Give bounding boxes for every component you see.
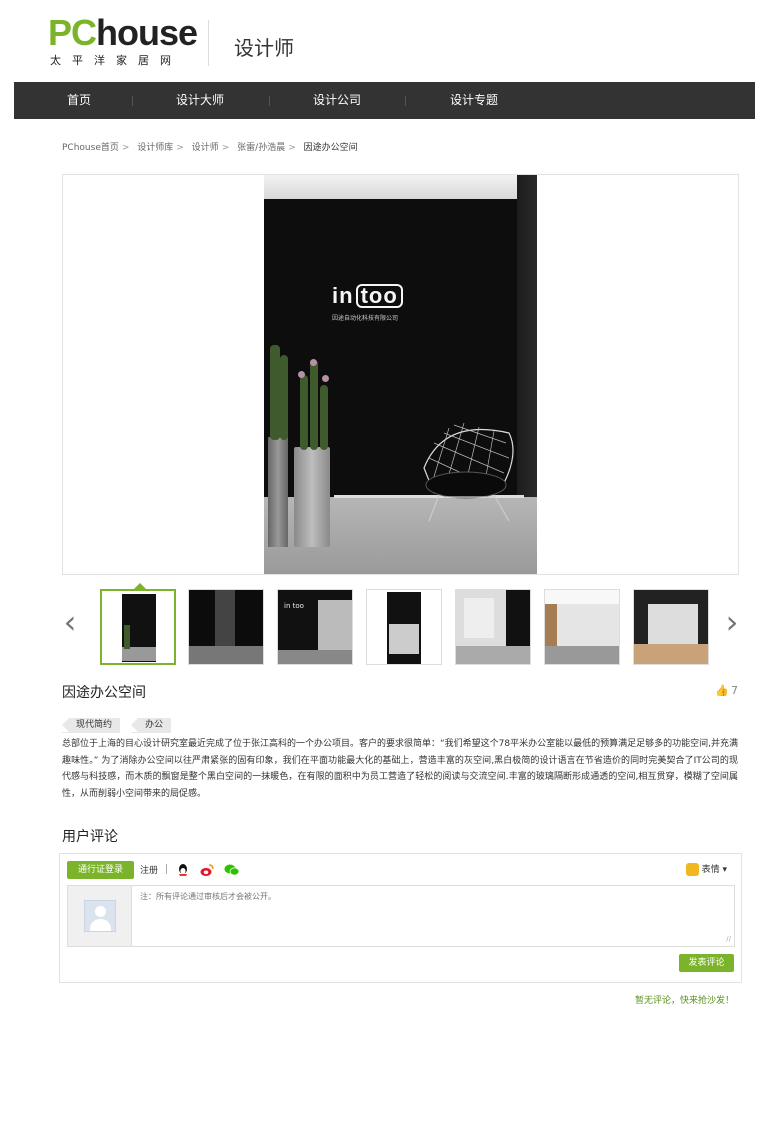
- flower: [322, 375, 329, 382]
- avatar-box: [68, 886, 132, 946]
- breadcrumb-separator: >: [121, 143, 130, 153]
- company-sign: in too: [332, 283, 403, 309]
- flower: [310, 359, 317, 366]
- flower: [298, 371, 305, 378]
- comments-title: 用户评论: [62, 829, 118, 845]
- logo-subtitle: 太平洋家居网: [50, 54, 182, 67]
- tag-item[interactable]: 办公: [131, 718, 172, 733]
- breadcrumb-library[interactable]: 设计师库: [137, 143, 173, 153]
- logo-wordmark: PChouse: [48, 12, 198, 53]
- nav-separator: [269, 96, 270, 106]
- gallery-prev-icon[interactable]: ‹: [60, 606, 80, 640]
- planter-back: [268, 437, 288, 547]
- breadcrumb-designer-name[interactable]: 张雷/孙浩晨: [237, 143, 285, 153]
- toolbar-divider: [166, 864, 167, 874]
- site-logo[interactable]: PChouse 太平洋家居网: [48, 12, 198, 68]
- comment-input-area: ∕∕: [67, 885, 735, 947]
- breadcrumb-home[interactable]: PChouse首页: [62, 143, 119, 153]
- tag-item[interactable]: 现代简约: [62, 718, 121, 733]
- nav-item-topics[interactable]: 设计专题: [429, 82, 519, 119]
- cactus: [310, 360, 318, 450]
- avatar: [84, 900, 116, 932]
- cactus: [280, 355, 288, 440]
- emoji-label: 表情: [701, 865, 720, 875]
- cactus: [320, 385, 328, 450]
- gallery-thumb[interactable]: in too: [277, 589, 353, 665]
- main-nav: 首页 设计大师 设计公司 设计专题: [14, 82, 755, 119]
- nav-separator: [132, 96, 133, 106]
- photo-ceiling: [264, 175, 537, 199]
- no-comments-text: 暂无评论，快来抢沙发！: [634, 996, 734, 1006]
- post-title: 因途办公空间: [62, 685, 146, 701]
- main-image-frame: in too 因途自动化科技有限公司: [62, 174, 739, 575]
- thumbs-up-icon: 👍: [715, 684, 729, 697]
- breadcrumb-separator: >: [288, 143, 296, 153]
- nav-item-masters[interactable]: 设计大师: [155, 82, 245, 119]
- tag-list: 现代简约 办公: [62, 712, 177, 733]
- resize-handle-icon[interactable]: ∕∕: [726, 935, 731, 943]
- breadcrumb: PChouse首页 > 设计师库 > 设计师 > 张雷/孙浩晨 > 因途办公空间: [62, 140, 361, 153]
- register-link[interactable]: 注册: [140, 863, 158, 876]
- header-divider: [208, 20, 209, 66]
- comment-form: 通行证登录 注册 表情 ▾ ∕∕ 发表评论: [59, 853, 742, 983]
- gallery-thumb[interactable]: [633, 589, 709, 665]
- post-description: 总部位于上海的目心设计研究室最近完成了位于张江高科的一个办公项目。客户的要求很简…: [62, 739, 738, 799]
- breadcrumb-separator: >: [176, 143, 184, 153]
- wire-chair: [423, 422, 514, 522]
- gallery-next-icon[interactable]: ›: [722, 606, 742, 640]
- cactus: [300, 375, 308, 450]
- like-button[interactable]: 👍 7: [715, 684, 738, 697]
- gallery-thumb[interactable]: [544, 589, 620, 665]
- nav-separator: [405, 96, 406, 106]
- section-title: 设计师: [234, 36, 294, 60]
- company-sign-subtitle: 因途自动化科技有限公司: [332, 315, 399, 322]
- nav-item-companies[interactable]: 设计公司: [292, 82, 382, 119]
- nav-item-home[interactable]: 首页: [34, 82, 124, 119]
- emoji-face-icon: [685, 863, 699, 876]
- site-header: PChouse 太平洋家居网 设计师: [48, 12, 348, 68]
- login-button[interactable]: 通行证登录: [67, 861, 134, 879]
- breadcrumb-current: 因途办公空间: [303, 143, 358, 153]
- main-photo[interactable]: in too 因途自动化科技有限公司: [264, 175, 537, 574]
- gallery-thumb[interactable]: [100, 589, 176, 665]
- emoji-picker[interactable]: 表情 ▾: [685, 862, 727, 876]
- gallery-thumb[interactable]: [366, 589, 442, 665]
- cactus: [270, 345, 280, 440]
- comment-textarea[interactable]: [134, 886, 734, 946]
- like-count: 7: [731, 684, 738, 697]
- submit-comment-button[interactable]: 发表评论: [679, 954, 734, 972]
- gallery-thumb[interactable]: [188, 589, 264, 665]
- chevron-down-icon: ▾: [722, 865, 727, 875]
- qq-icon[interactable]: [176, 862, 190, 876]
- weibo-icon[interactable]: [200, 862, 214, 876]
- wechat-icon[interactable]: [224, 862, 240, 876]
- breadcrumb-designers[interactable]: 设计师: [192, 143, 219, 153]
- planter: [294, 447, 330, 547]
- gallery-thumb[interactable]: [455, 589, 531, 665]
- breadcrumb-separator: >: [221, 143, 230, 153]
